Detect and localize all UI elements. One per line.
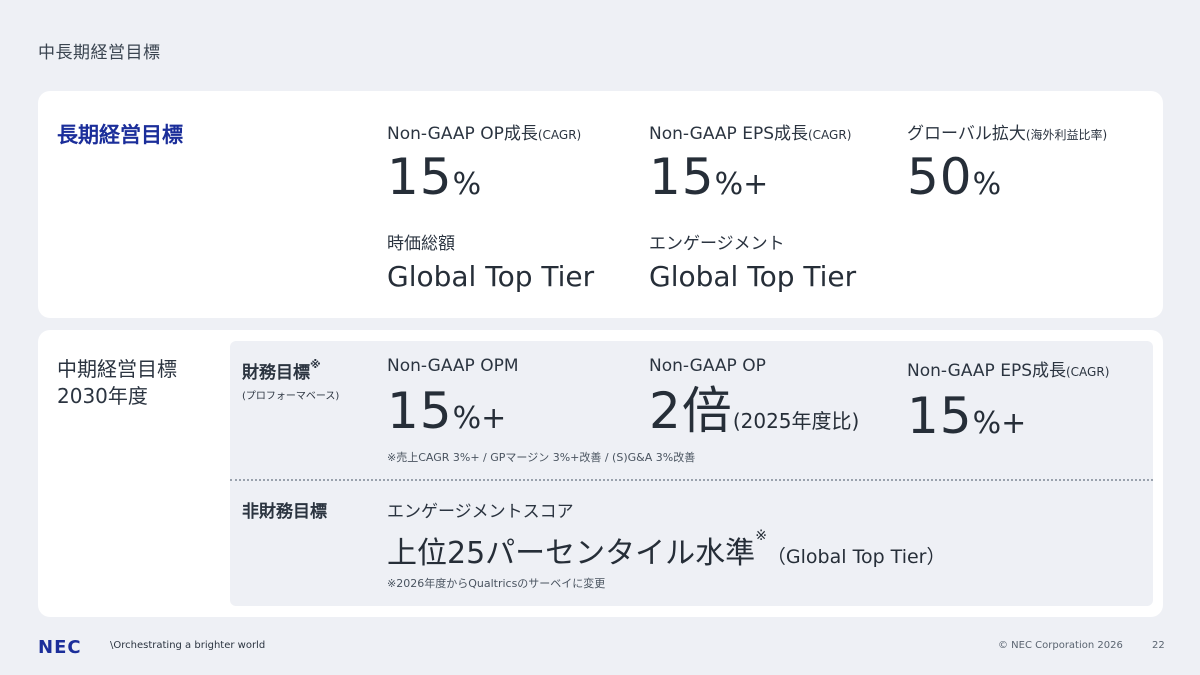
mid-term-title-line1: 中期経営目標 bbox=[57, 357, 177, 381]
metric-sub: (海外利益比率) bbox=[1025, 128, 1108, 142]
divider bbox=[230, 479, 1153, 481]
metric-unit: %+ bbox=[972, 406, 1027, 441]
metric-paren: （Global Top Tier） bbox=[766, 546, 946, 568]
metric-opm: Non-GAAP OPM 15%+ bbox=[387, 356, 519, 436]
metric-value: Global Top Tier bbox=[387, 260, 595, 293]
mid-term-title: 中期経営目標 2030年度 bbox=[57, 356, 177, 410]
metric-label: Non-GAAP OPM bbox=[387, 356, 519, 376]
metric-unit: % bbox=[972, 167, 1002, 202]
metric-value: 15 bbox=[387, 148, 453, 206]
financial-targets-label: 財務目標※ bbox=[242, 358, 321, 383]
metric-sub: (CAGR) bbox=[808, 128, 852, 142]
mid-term-title-line2: 2030年度 bbox=[57, 384, 148, 408]
nec-logo: NEC bbox=[38, 637, 82, 658]
financial-targets-sub: (プロフォーマベース) bbox=[242, 391, 340, 402]
metric-unit: % bbox=[452, 167, 482, 202]
metric-global-expansion: グローバル拡大(海外利益比率) 50% bbox=[907, 119, 1107, 202]
metric-value: 上位25パーセンタイル水準 bbox=[387, 536, 756, 571]
metric-value: 15 bbox=[907, 387, 973, 445]
metric-engagement: エンゲージメント Global Top Tier bbox=[649, 229, 856, 293]
metric-unit: (2025年度比) bbox=[732, 409, 860, 433]
metric-market-cap: 時価総額 Global Top Tier bbox=[387, 229, 594, 293]
footer-tagline: \Orchestrating a brighter world bbox=[110, 640, 266, 651]
metric-label: エンゲージメントスコア bbox=[387, 502, 574, 522]
metric-label: Non-GAAP OP bbox=[649, 356, 766, 376]
ranking-mark: ※ bbox=[755, 528, 767, 544]
metric-unit: %+ bbox=[452, 401, 507, 436]
financial-note: ※売上CAGR 3%+ / GPマージン 3%+改善 / (S)G&A 3%改善 bbox=[387, 451, 696, 464]
page-title: 中長期経営目標 bbox=[38, 43, 161, 63]
metric-op: Non-GAAP OP 2倍(2025年度比) bbox=[649, 356, 859, 436]
metric-label: 時価総額 bbox=[387, 234, 455, 254]
mid-term-targets-panel: 財務目標※ (プロフォーマベース) Non-GAAP OPM 15%+ Non-… bbox=[230, 341, 1153, 606]
footer-copyright: © NEC Corporation 2026 bbox=[998, 640, 1123, 651]
long-term-title: 長期経営目標 bbox=[57, 123, 183, 147]
financial-label-text: 財務目標 bbox=[242, 363, 310, 383]
page-number: 22 bbox=[1152, 640, 1165, 651]
metric-label: Non-GAAP OP成長 bbox=[387, 124, 538, 144]
mid-term-card: 中期経営目標 2030年度 財務目標※ (プロフォーマベース) Non-GAAP… bbox=[38, 330, 1163, 617]
metric-label: エンゲージメント bbox=[649, 234, 785, 254]
metric-value: 15 bbox=[649, 148, 715, 206]
metric-label: Non-GAAP EPS成長 bbox=[649, 124, 808, 144]
metric-eps-growth: Non-GAAP EPS成長(CAGR) 15%+ bbox=[649, 119, 851, 202]
long-term-card: 長期経営目標 Non-GAAP OP成長(CAGR) 15% Non-GAAP … bbox=[38, 91, 1163, 318]
non-financial-note: ※2026年度からQualtricsのサーベイに変更 bbox=[387, 577, 606, 590]
metric-unit: %+ bbox=[714, 167, 769, 202]
metric-value: 2倍 bbox=[649, 382, 733, 440]
metric-label: グローバル拡大 bbox=[907, 124, 1026, 144]
metric-engagement-score: エンゲージメントスコア 上位25パーセンタイル水準※ （Global Top Ti… bbox=[387, 497, 945, 572]
metric-label: Non-GAAP EPS成長 bbox=[907, 361, 1066, 381]
metric-value: Global Top Tier bbox=[649, 260, 857, 293]
financial-mark: ※ bbox=[310, 358, 321, 371]
metric-sub: (CAGR) bbox=[1066, 365, 1110, 379]
metric-value: 50 bbox=[907, 148, 973, 206]
metric-op-growth: Non-GAAP OP成長(CAGR) 15% bbox=[387, 119, 581, 202]
metric-value: 15 bbox=[387, 382, 453, 440]
non-financial-targets-label: 非財務目標 bbox=[242, 502, 327, 522]
metric-eps-growth-mid: Non-GAAP EPS成長(CAGR) 15%+ bbox=[907, 356, 1109, 441]
metric-sub: (CAGR) bbox=[537, 128, 582, 142]
